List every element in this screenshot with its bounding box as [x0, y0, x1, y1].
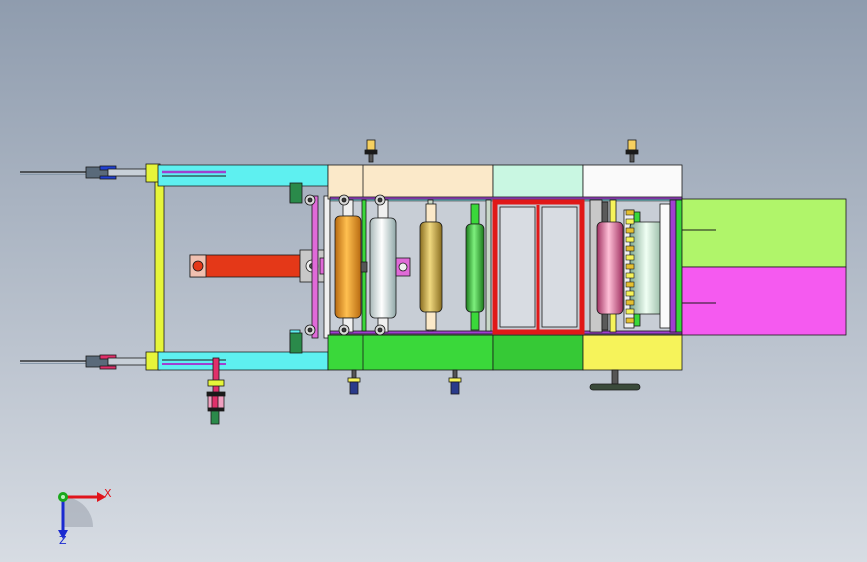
cad-viewport[interactable]: X Z — [0, 0, 867, 562]
foot-nut — [448, 377, 462, 383]
foot-pad — [450, 381, 460, 395]
cutter-tooth — [625, 254, 635, 261]
output-tables — [681, 198, 847, 336]
foot-pad — [627, 139, 637, 151]
cutter-tooth — [625, 281, 635, 288]
cutter-tooth — [625, 227, 635, 234]
bearing-hub — [341, 327, 347, 333]
cutter-tooth — [625, 299, 635, 306]
z-axis-label: Z — [59, 534, 67, 547]
top-cover-cream — [327, 164, 494, 200]
cutter-tooth — [625, 245, 635, 252]
output-table-magenta — [681, 266, 847, 336]
cutter-tooth — [625, 317, 635, 324]
foot-pad — [366, 139, 376, 151]
bearing-hub — [341, 197, 347, 203]
top-cover-mint — [492, 164, 584, 200]
foot-stem — [368, 153, 374, 163]
bearing-hub — [307, 197, 313, 203]
left-adjuster-stem — [212, 357, 220, 395]
pink-roller — [596, 221, 624, 315]
bottom-cover-green — [327, 334, 494, 371]
foot-stem — [452, 369, 458, 379]
machine-top-view: X Z — [0, 0, 867, 562]
bearing-hub — [377, 197, 383, 203]
output-table-lime — [681, 198, 847, 268]
x-axis-label: X — [104, 487, 112, 500]
cutter-tooth — [625, 209, 635, 216]
bottom-cover-dark-green — [492, 334, 584, 371]
green-roller — [465, 223, 485, 313]
cutter-tooth — [625, 308, 635, 315]
cutter-tooth — [625, 272, 635, 279]
cutter-tooth — [625, 218, 635, 225]
bottom-cover-yellow — [582, 334, 683, 371]
white-roller — [369, 217, 397, 319]
large-foot-stem — [611, 369, 619, 385]
cutter-tooth — [625, 236, 635, 243]
cutter-tooth — [625, 290, 635, 297]
cutter-tooth — [625, 263, 635, 270]
foot-nut — [625, 149, 639, 155]
bearing-hub — [377, 327, 383, 333]
foot-nut — [364, 149, 378, 155]
foot-nut — [347, 377, 361, 383]
foot-pad — [349, 381, 359, 395]
foot-stem — [629, 153, 635, 163]
top-cover-white — [582, 164, 683, 200]
olive-roller — [419, 221, 443, 313]
side-crossbar — [154, 179, 165, 355]
orange-roller — [334, 215, 362, 319]
bearing-hub — [307, 327, 313, 333]
large-foot-pad — [589, 383, 641, 391]
foot-stem — [351, 369, 357, 379]
